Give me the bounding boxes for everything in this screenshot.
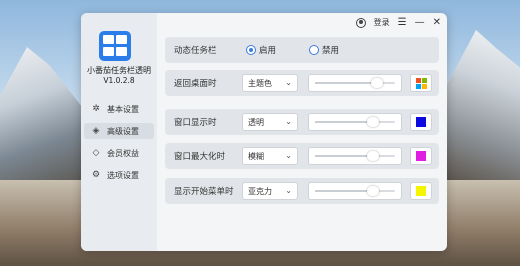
return-desktop-row: 返回桌面时 主题色 ⌄ [165,70,439,96]
effect-select[interactable]: 亚克力 ⌄ [242,182,298,200]
slider-fill [315,155,373,157]
radio-dot-icon [246,45,256,55]
slider-track [315,117,395,127]
app-name: 小番茄任务栏透明 [87,66,151,75]
effect-select-value: 主题色 [248,78,272,88]
minimize-icon[interactable]: — [415,17,425,28]
sidebar-item-label: 选项设置 [107,170,139,180]
effect-select[interactable]: 透明 ⌄ [242,113,298,131]
effect-select[interactable]: 模糊 ⌄ [242,147,298,165]
color-picker-button[interactable] [410,182,432,200]
row-label: 显示开始菜单时 [174,187,234,197]
radio-disable-label: 禁用 [322,46,340,56]
chevron-down-icon: ⌄ [285,78,292,87]
transparency-slider[interactable] [308,182,402,200]
app-version: V1.0.2.8 [103,76,135,85]
slider-fill [315,121,373,123]
app-window: 小番茄任务栏透明 V1.0.2.8 ✲ 基本设置 ◈ 高级设置 ◇ 会员权益 ⚙… [81,13,447,251]
radio-enable-label: 启用 [259,46,277,56]
sparkle-icon: ✲ [92,104,100,114]
effect-select-value: 亚克力 [248,186,272,196]
sidebar-item-label: 会员权益 [107,148,139,158]
start-menu-shown-row: 显示开始菜单时 亚克力 ⌄ [165,178,439,204]
chevron-down-icon: ⌄ [285,186,292,195]
slider-thumb[interactable] [366,151,379,161]
dynamic-taskbar-row: 动态任务栏 启用 禁用 [165,37,439,63]
sidebar-item-advanced[interactable]: ◈ 高级设置 [84,123,154,139]
app-logo [99,31,131,61]
slider-fill [315,82,378,84]
transparency-slider[interactable] [308,147,402,165]
slider-thumb[interactable] [366,186,379,196]
slider-fill [315,190,373,192]
effect-select-value: 模糊 [248,151,264,161]
effect-select[interactable]: 主题色 ⌄ [242,74,298,92]
slider-track [315,78,395,88]
slider-track [315,186,395,196]
slider-track [315,151,395,161]
wallpaper-mountain-left [0,47,90,180]
menu-icon[interactable]: ☰ [398,17,407,28]
sidebar-item-label: 基本设置 [107,104,139,114]
color-picker-button[interactable] [410,74,432,92]
window-shown-row: 窗口显示时 透明 ⌄ [165,109,439,135]
sidebar-item-membership[interactable]: ◇ 会员权益 [84,145,154,161]
layers-icon: ◈ [92,126,100,136]
color-picker-button[interactable] [410,113,432,131]
diamond-icon: ◇ [92,148,100,158]
title-bar-controls: 登录 ☰ — ✕ [355,17,441,28]
window-maximized-row: 窗口最大化时 模糊 ⌄ [165,143,439,169]
effect-select-value: 透明 [248,117,264,127]
chevron-down-icon: ⌄ [285,151,292,160]
close-icon[interactable]: ✕ [433,17,441,28]
row-label: 返回桌面时 [174,79,217,89]
radio-dot-icon [309,45,319,55]
sidebar-item-basic[interactable]: ✲ 基本设置 [84,101,154,117]
row-label: 窗口最大化时 [174,152,226,162]
sidebar: 小番茄任务栏透明 V1.0.2.8 ✲ 基本设置 ◈ 高级设置 ◇ 会员权益 ⚙… [81,13,157,251]
radio-disable[interactable]: 禁用 [309,44,339,56]
slider-thumb[interactable] [371,78,384,88]
radio-enable[interactable]: 启用 [246,44,276,56]
transparency-slider[interactable] [308,74,402,92]
dynamic-taskbar-label: 动态任务栏 [174,46,217,56]
color-swatch [416,186,426,196]
slider-thumb[interactable] [366,117,379,127]
color-swatch [416,151,426,161]
sidebar-item-label: 高级设置 [107,126,139,136]
settings-icon: ⚙ [91,170,101,180]
chevron-down-icon: ⌄ [285,117,292,126]
color-picker-button[interactable] [410,147,432,165]
login-button[interactable]: 登录 [374,17,390,28]
row-label: 窗口显示时 [174,118,217,128]
windows-logo-icon [416,78,427,89]
sidebar-item-options[interactable]: ⚙ 选项设置 [84,167,154,183]
wallpaper-mountain-right [440,30,520,180]
transparency-slider[interactable] [308,113,402,131]
user-avatar-icon[interactable] [355,17,366,28]
color-swatch [416,117,426,127]
